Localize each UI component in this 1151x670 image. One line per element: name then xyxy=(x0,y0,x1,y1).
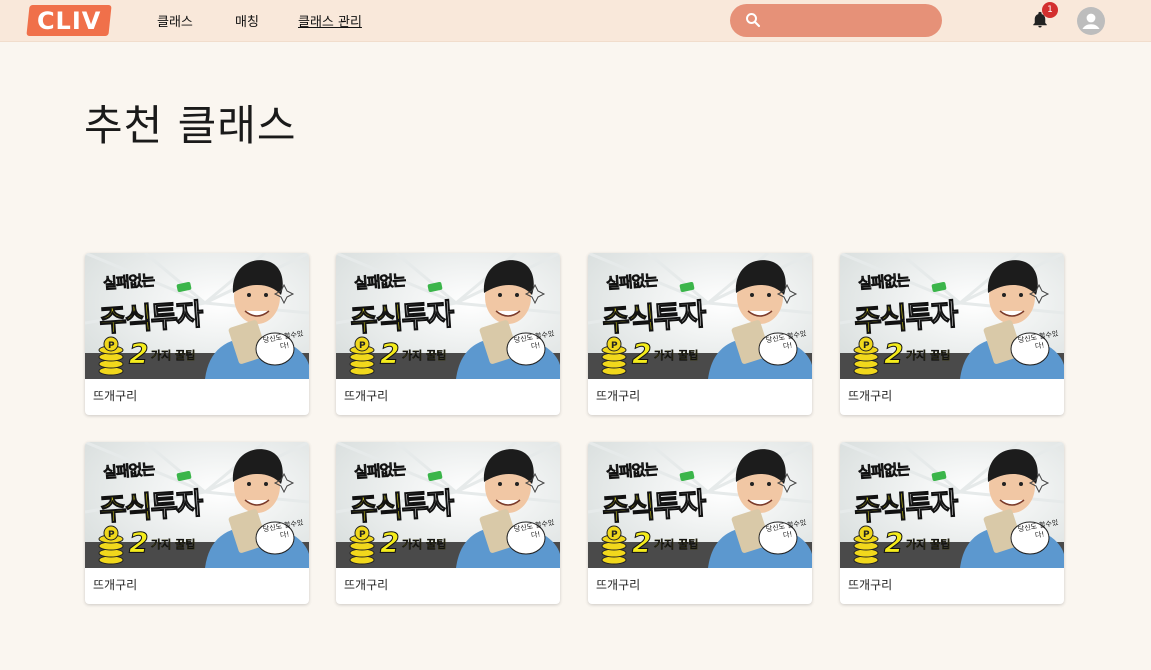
thumbnail-tip: 가지 꿀팁 xyxy=(151,349,196,362)
svg-text:P: P xyxy=(863,341,870,351)
notification-count: 1 xyxy=(1047,5,1053,15)
svg-text:P: P xyxy=(108,341,115,351)
nav-matching[interactable]: 매칭 xyxy=(235,11,259,30)
account-avatar[interactable] xyxy=(1077,7,1105,35)
svg-text:P: P xyxy=(611,530,618,540)
thumbnail-line2: 주식투자 xyxy=(98,486,204,529)
thumbnail-tip: 가지 꿀팁 xyxy=(906,349,951,362)
class-card[interactable]: P 실패없는 주식투자 2 가지 꿀팁 당신도 할수있다! 뜨개구리 xyxy=(85,442,309,604)
class-card[interactable]: P 실패없는 주식투자 2 가지 꿀팁 당신도 할수있다! 뜨개구리 xyxy=(588,442,812,604)
thumbnail-tip: 가지 꿀팁 xyxy=(654,538,699,551)
svg-text:P: P xyxy=(359,341,366,351)
page-title: 추천 클래스 xyxy=(84,101,297,150)
thumbnail-tip: 가지 꿀팁 xyxy=(654,349,699,362)
nav-class-management[interactable]: 클래스 관리 xyxy=(298,11,362,30)
class-thumbnail: P 실패없는 주식투자 2 가지 꿀팁 당신도 할수있다! xyxy=(336,253,560,379)
class-thumbnail: P 실패없는 주식투자 2 가지 꿀팁 당신도 할수있다! xyxy=(840,253,1064,379)
thumbnail-tip: 가지 꿀팁 xyxy=(402,349,447,362)
thumbnail-line2: 주식투자 xyxy=(349,297,455,340)
thumbnail-tip: 가지 꿀팁 xyxy=(402,538,447,551)
class-card[interactable]: P 실패없는 주식투자 2 가지 꿀팁 당신도 할수있다! 뜨개구리 xyxy=(840,253,1064,415)
thumbnail-number: 2 xyxy=(128,337,149,371)
nav-classes[interactable]: 클래스 xyxy=(157,11,193,30)
thumbnail-line1: 실패없는 xyxy=(857,460,910,482)
notification-badge: 1 xyxy=(1042,2,1058,18)
thumbnail-line1: 실패없는 xyxy=(605,271,658,293)
class-thumbnail: P 실패없는 주식투자 2 가지 꿀팁 당신도 할수있다! xyxy=(85,253,309,379)
svg-text:P: P xyxy=(359,530,366,540)
class-card[interactable]: P 실패없는 주식투자 2 가지 꿀팁 당신도 할수있다! 뜨개구리 xyxy=(85,253,309,415)
class-card[interactable]: P 실패없는 주식투자 2 가지 꿀팁 당신도 할수있다! 뜨개구리 xyxy=(840,442,1064,604)
thumbnail-number: 2 xyxy=(883,337,904,371)
class-card-title: 뜨개구리 xyxy=(596,578,641,592)
thumbnail-number: 2 xyxy=(128,526,149,560)
thumbnail-line1: 실패없는 xyxy=(353,460,406,482)
class-card-title: 뜨개구리 xyxy=(344,578,389,592)
thumbnail-line2: 주식투자 xyxy=(601,297,707,340)
svg-text:P: P xyxy=(863,530,870,540)
thumbnail-line2: 주식투자 xyxy=(349,486,455,529)
class-thumbnail: P 실패없는 주식투자 2 가지 꿀팁 당신도 할수있다! xyxy=(588,442,812,568)
class-thumbnail: P 실패없는 주식투자 2 가지 꿀팁 당신도 할수있다! xyxy=(840,442,1064,568)
thumbnail-line1: 실패없는 xyxy=(353,271,406,293)
top-app-bar: CLIV 클래스 매칭 클래스 관리 1 xyxy=(0,0,1151,42)
class-card[interactable]: P 실패없는 주식투자 2 가지 꿀팁 당신도 할수있다! 뜨개구리 xyxy=(336,253,560,415)
class-card[interactable]: P 실패없는 주식투자 2 가지 꿀팁 당신도 할수있다! 뜨개구리 xyxy=(588,253,812,415)
class-card-title: 뜨개구리 xyxy=(596,389,641,403)
thumbnail-line1: 실패없는 xyxy=(857,271,910,293)
class-card-title: 뜨개구리 xyxy=(848,389,893,403)
svg-text:P: P xyxy=(611,341,618,351)
thumbnail-number: 2 xyxy=(631,337,652,371)
class-card-title: 뜨개구리 xyxy=(93,578,138,592)
class-card-title: 뜨개구리 xyxy=(93,389,138,403)
search-input[interactable] xyxy=(770,4,930,37)
search-bar[interactable] xyxy=(730,4,942,37)
thumbnail-number: 2 xyxy=(883,526,904,560)
thumbnail-line2: 주식투자 xyxy=(853,297,959,340)
class-card-title: 뜨개구리 xyxy=(848,578,893,592)
class-card-title: 뜨개구리 xyxy=(344,389,389,403)
thumbnail-number: 2 xyxy=(631,526,652,560)
thumbnail-number: 2 xyxy=(379,337,400,371)
search-icon[interactable] xyxy=(744,11,762,29)
thumbnail-line1: 실패없는 xyxy=(605,460,658,482)
account-circle-icon xyxy=(1082,13,1100,29)
thumbnail-tip: 가지 꿀팁 xyxy=(906,538,951,551)
svg-text:P: P xyxy=(108,530,115,540)
thumbnail-number: 2 xyxy=(379,526,400,560)
thumbnail-line2: 주식투자 xyxy=(601,486,707,529)
thumbnail-tip: 가지 꿀팁 xyxy=(151,538,196,551)
class-thumbnail: P 실패없는 주식투자 2 가지 꿀팁 당신도 할수있다! xyxy=(85,442,309,568)
thumbnail-line2: 주식투자 xyxy=(853,486,959,529)
cliv-logo[interactable]: CLIV xyxy=(26,5,112,36)
class-thumbnail: P 실패없는 주식투자 2 가지 꿀팁 당신도 할수있다! xyxy=(336,442,560,568)
thumbnail-line1: 실패없는 xyxy=(102,271,155,293)
thumbnail-line1: 실패없는 xyxy=(102,460,155,482)
logo-text: CLIV xyxy=(36,6,102,35)
class-thumbnail: P 실패없는 주식투자 2 가지 꿀팁 당신도 할수있다! xyxy=(588,253,812,379)
thumbnail-line2: 주식투자 xyxy=(98,297,204,340)
class-card[interactable]: P 실패없는 주식투자 2 가지 꿀팁 당신도 할수있다! 뜨개구리 xyxy=(336,442,560,604)
